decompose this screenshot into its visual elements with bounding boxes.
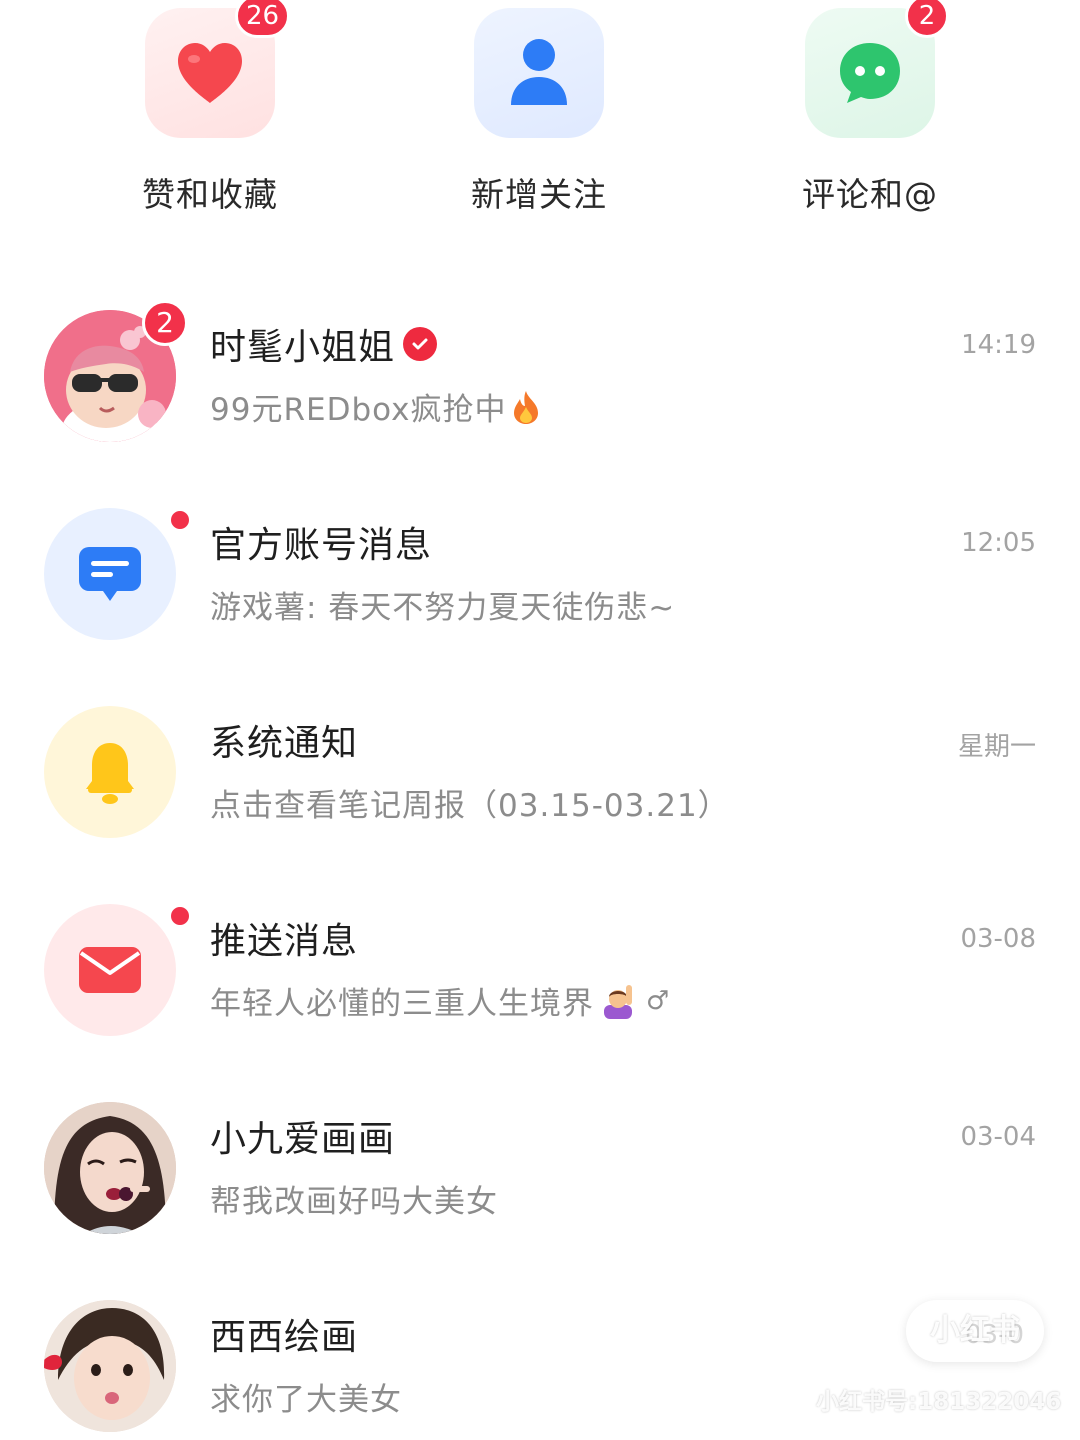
conversation-name: 西西绘画 — [210, 1317, 359, 1358]
conversation-item-system-notification[interactable]: 系统通知 点击查看笔记周报（03.15-03.21） 星期一 — [0, 706, 1080, 904]
watermark-user-id: 小红书号:181322046 — [816, 1389, 1062, 1415]
conversation-name: 时髦小姐姐 — [210, 327, 396, 368]
conversation-name: 推送消息 — [210, 921, 359, 962]
envelope-icon — [79, 947, 141, 993]
conversation-preview: 游戏薯: 春天不努力夏天徒伤悲~ — [210, 582, 675, 627]
message-icon — [79, 547, 141, 601]
avatar — [44, 1300, 176, 1432]
conversation-title: 小九爱画画 — [210, 1110, 395, 1162]
conversation-preview: 求你了大美女 — [210, 1374, 402, 1419]
raising-hand-woman-emoji — [604, 984, 632, 1019]
conversation-item-official-account[interactable]: 官方账号消息 游戏薯: 春天不努力夏天徒伤悲~ 12:05 — [0, 508, 1080, 706]
conversation-time: 03-08 — [960, 924, 1036, 954]
comments-count-badge: 2 — [905, 0, 949, 38]
preview-text: 游戏薯: 春天不努力夏天徒伤悲~ — [210, 590, 676, 626]
child-photo-avatar-icon — [44, 1300, 176, 1432]
conversation-title: 系统通知 — [210, 714, 358, 766]
preview-text: 99元REDbox疯抢中 — [210, 392, 507, 428]
illustrated-woman-avatar-icon — [44, 1102, 176, 1234]
avatar — [44, 1102, 176, 1234]
unread-count-badge: 2 — [142, 300, 188, 346]
bell-icon — [86, 743, 134, 804]
preview-text: 帮我改画好吗大美女 — [210, 1184, 498, 1220]
watermark-logo: 小红书 — [906, 1300, 1044, 1362]
conversation-preview: 点击查看笔记周报（03.15-03.21） — [210, 780, 730, 825]
conversation-time: 03-04 — [960, 1122, 1036, 1152]
conversation-name: 小九爱画画 — [210, 1119, 396, 1160]
heart-icon — [178, 43, 242, 103]
conversation-preview: 年轻人必懂的三重人生境界 ♂ — [210, 978, 670, 1023]
conversation-title: 时髦小姐姐 — [210, 318, 438, 370]
avatar — [44, 904, 176, 1036]
chat-bubble-icon — [840, 43, 900, 103]
likes-count-badge: 26 — [235, 0, 291, 38]
conversation-time: 12:05 — [961, 528, 1036, 558]
likes-and-favorites-button[interactable]: 26 赞和收藏 — [80, 0, 340, 228]
new-followers-button[interactable]: 新增关注 — [409, 8, 669, 228]
verified-icon — [403, 327, 438, 361]
conversation-time: 星期一 — [957, 732, 1036, 762]
conversation-title: 推送消息 — [210, 912, 358, 964]
conversation-name: 系统通知 — [210, 723, 359, 764]
unread-dot — [168, 508, 192, 532]
avatar — [44, 706, 176, 838]
preview-text: 求你了大美女 — [210, 1382, 402, 1418]
avatar — [44, 508, 176, 640]
followers-label: 新增关注 — [471, 175, 607, 214]
fire-icon — [514, 390, 539, 424]
comments-and-mentions-button[interactable]: 2 评论和@ — [740, 0, 1000, 228]
conversation-item-push-messages[interactable]: 推送消息 年轻人必懂的三重人生境界 ♂ 03-08 — [0, 904, 1080, 1102]
conversation-item-shimao-xiaojiejie[interactable]: 2 时髦小姐姐 99元REDbox疯抢中 14:19 — [0, 300, 1080, 508]
male-symbol: ♂ — [646, 985, 671, 1016]
unread-dot — [168, 904, 192, 928]
conversation-item-xiaojiu[interactable]: 小九爱画画 帮我改画好吗大美女 03-04 — [0, 1102, 1080, 1300]
conversation-preview: 99元REDbox疯抢中 — [210, 384, 540, 429]
conversation-title: 官方账号消息 — [210, 516, 432, 568]
preview-text: 点击查看笔记周报（03.15-03.21） — [210, 788, 730, 824]
preview-text: 年轻人必懂的三重人生境界 — [210, 986, 594, 1022]
messages-screen: 26 赞和收藏 新增关注 2 评论和@ 2 时髦小姐姐 99元REDbox疯抢中… — [0, 0, 1080, 1440]
likes-label: 赞和收藏 — [142, 175, 278, 214]
conversation-preview: 帮我改画好吗大美女 — [210, 1176, 498, 1221]
followers-tile — [474, 8, 604, 138]
conversation-title: 西西绘画 — [210, 1308, 358, 1360]
comments-label: 评论和@ — [802, 175, 938, 214]
conversation-name: 官方账号消息 — [210, 525, 433, 566]
conversation-time: 14:19 — [961, 330, 1036, 360]
person-icon — [511, 39, 567, 105]
